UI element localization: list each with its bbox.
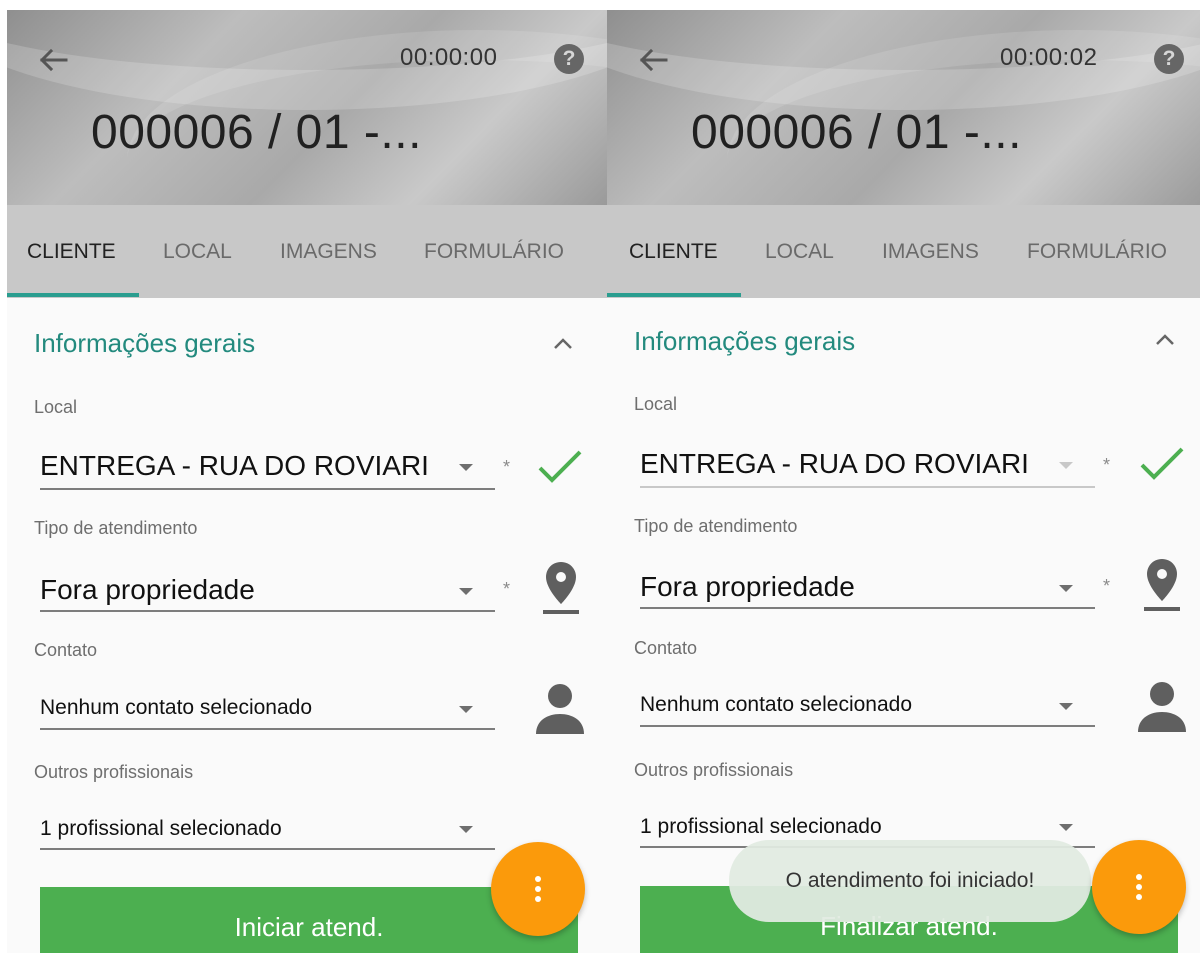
contato-value: Nenhum contato selecionado <box>640 693 913 716</box>
collapse-section-button[interactable] <box>551 334 575 354</box>
page-title: 000006 / 01 -... <box>691 106 1022 159</box>
contato-label: Contato <box>634 638 698 658</box>
outros-profissionais-label: Outros profissionais <box>34 762 194 782</box>
tab-imagens[interactable]: IMAGENS <box>882 205 979 298</box>
help-circle-icon[interactable]: ? <box>1154 44 1184 74</box>
outros-profissionais-value: 1 profissional selecionado <box>40 817 282 840</box>
local-value: ENTREGA - RUA DO ROVIARI <box>40 450 429 481</box>
required-marker: * <box>1103 576 1111 596</box>
collapse-section-button[interactable] <box>1153 330 1177 350</box>
back-button[interactable] <box>33 40 73 80</box>
arrow-left-icon <box>639 48 668 72</box>
required-marker: * <box>503 579 511 599</box>
local-dropdown[interactable]: ENTREGA - RUA DO ROVIARI <box>640 440 1095 488</box>
tab-cliente[interactable]: CLIENTE <box>27 205 116 298</box>
tipo-atendimento-value: Fora propriedade <box>40 574 255 605</box>
contato-dropdown[interactable]: Nenhum contato selecionado <box>640 682 1095 727</box>
local-label: Local <box>34 397 78 417</box>
outros-profissionais-label: Outros profissionais <box>634 760 794 780</box>
dropdown-arrow-icon <box>1059 703 1073 710</box>
elapsed-timer: 00:00:00 <box>400 44 498 71</box>
dropdown-arrow-icon <box>459 588 473 595</box>
tab-formulario[interactable]: FORMULÁRIO <box>1027 205 1167 298</box>
chevron-up-icon <box>554 338 572 349</box>
app-header: 00:00:00 ? 000006 / 01 -... <box>7 10 607 205</box>
contato-label: Contato <box>34 640 98 660</box>
page-title: 000006 / 01 -... <box>91 106 422 159</box>
checkmark-icon <box>535 447 585 492</box>
tipo-atendimento-dropdown[interactable]: Fora propriedade <box>640 561 1095 609</box>
section-title: Informações gerais <box>34 328 256 358</box>
dropdown-arrow-icon <box>459 826 473 833</box>
app-header: 00:00:02 ? 000006 / 01 -... <box>607 10 1200 205</box>
tab-local[interactable]: LOCAL <box>765 205 834 298</box>
dropdown-arrow-icon <box>1059 462 1073 469</box>
required-marker: * <box>1103 455 1111 475</box>
active-tab-indicator <box>607 293 741 297</box>
tab-bar: CLIENTE LOCAL IMAGENS FORMULÁRIO <box>7 205 607 298</box>
screen-after-start: 00:00:02 ? 000006 / 01 -... CLIENTE LOCA… <box>607 10 1200 953</box>
tab-imagens[interactable]: IMAGENS <box>280 205 377 298</box>
elapsed-timer: 00:00:02 <box>1000 44 1098 71</box>
checkmark-icon <box>1137 444 1187 489</box>
more-actions-fab[interactable] <box>491 842 585 936</box>
chevron-up-icon <box>1156 334 1174 345</box>
tab-bar: CLIENTE LOCAL IMAGENS FORMULÁRIO <box>607 205 1200 298</box>
tipo-atendimento-value: Fora propriedade <box>640 571 855 602</box>
local-dropdown[interactable]: ENTREGA - RUA DO ROVIARI <box>40 442 495 490</box>
dropdown-arrow-icon <box>1059 585 1073 592</box>
person-icon[interactable] <box>1136 680 1188 739</box>
active-tab-indicator <box>7 293 139 297</box>
dropdown-arrow-icon <box>459 706 473 713</box>
more-actions-fab[interactable] <box>1092 840 1186 934</box>
local-label: Local <box>634 394 678 414</box>
outros-profissionais-value: 1 profissional selecionado <box>640 815 882 838</box>
toast-message: O atendimento foi iniciado! <box>729 840 1091 922</box>
map-pin-icon[interactable] <box>541 560 581 621</box>
tipo-atendimento-dropdown[interactable]: Fora propriedade <box>40 564 495 612</box>
tab-formulario[interactable]: FORMULÁRIO <box>424 205 564 298</box>
tab-local[interactable]: LOCAL <box>163 205 232 298</box>
help-circle-icon[interactable]: ? <box>554 44 584 74</box>
contato-dropdown[interactable]: Nenhum contato selecionado <box>40 685 495 730</box>
tab-cliente[interactable]: CLIENTE <box>629 205 718 298</box>
tipo-atendimento-label: Tipo de atendimento <box>634 516 798 536</box>
arrow-left-icon <box>39 48 68 72</box>
required-marker: * <box>503 457 511 477</box>
dropdown-arrow-icon <box>459 464 473 471</box>
section-title: Informações gerais <box>634 326 856 356</box>
contato-value: Nenhum contato selecionado <box>40 696 313 719</box>
outros-profissionais-dropdown[interactable]: 1 profissional selecionado <box>40 806 495 850</box>
back-button[interactable] <box>633 40 673 80</box>
tipo-atendimento-label: Tipo de atendimento <box>34 518 198 538</box>
person-icon[interactable] <box>534 682 586 741</box>
screen-before-start: 00:00:00 ? 000006 / 01 -... CLIENTE LOCA… <box>7 10 607 953</box>
dropdown-arrow-icon <box>1059 824 1073 831</box>
map-pin-icon[interactable] <box>1142 557 1182 618</box>
local-value: ENTREGA - RUA DO ROVIARI <box>640 448 1029 479</box>
